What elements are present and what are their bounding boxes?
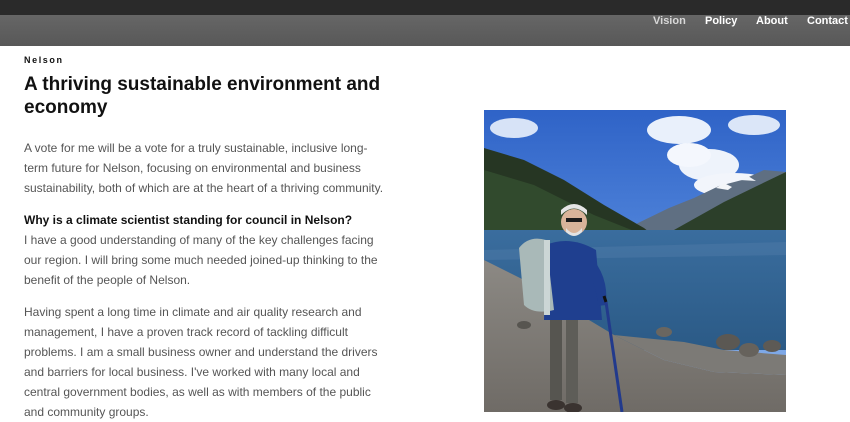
candidate-photo (484, 110, 786, 412)
question-heading: Why is a climate scientist standing for … (24, 213, 353, 227)
nav-link-vision[interactable]: Vision (653, 16, 686, 47)
answer-paragraph-2: Having spent a long time in climate and … (24, 305, 378, 419)
intro-paragraph: A vote for me will be a vote for a truly… (24, 141, 384, 195)
nav-bar: Vision Policy About Contact (0, 15, 850, 46)
nav-link-contact[interactable]: Contact (807, 16, 848, 47)
nav-link-policy[interactable]: Policy (705, 16, 737, 47)
top-strip (0, 0, 850, 15)
site-brand[interactable]: Nelson (24, 55, 64, 65)
answer-paragraph-1: I have a good understanding of many of t… (24, 233, 378, 287)
page-title: A thriving sustainable environment and e… (24, 74, 381, 118)
nav-link-about[interactable]: About (756, 16, 788, 47)
